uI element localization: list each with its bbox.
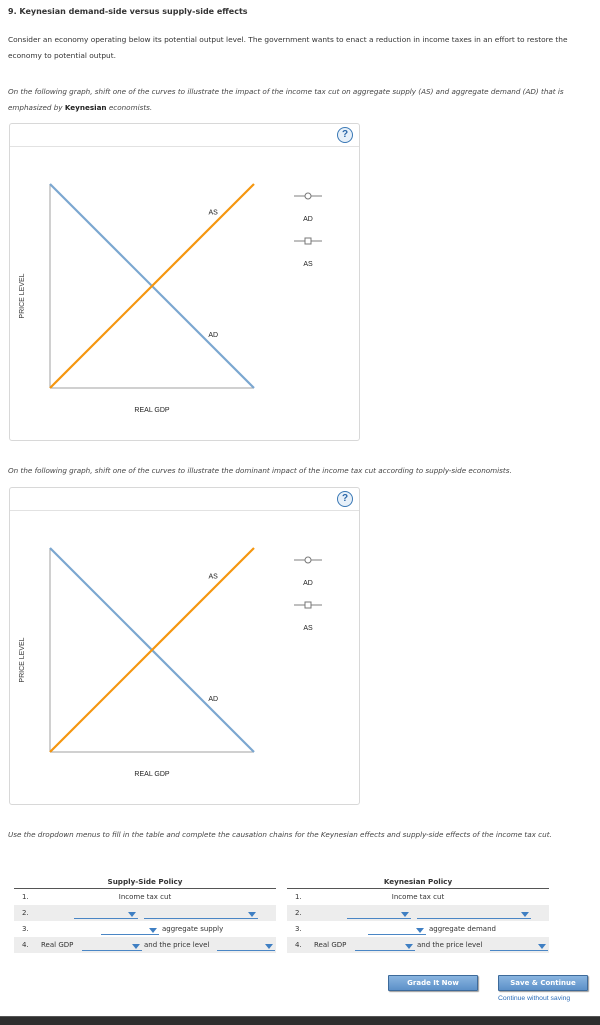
- instruction-keynesian-post: economists.: [106, 103, 153, 112]
- keynesian-row2-dropdown-2[interactable]: [417, 907, 531, 919]
- aggregate-supply-label: aggregate supply: [162, 925, 224, 933]
- supply-side-graph[interactable]: REAL GDP PRICE LEVEL AD AS AD AS: [10, 488, 359, 804]
- keynesian-graph-panel: ? REAL GDP PRICE LEVEL AD AS AD AS: [9, 123, 360, 441]
- table-row: 4. Real GDP and the price level: [287, 937, 549, 953]
- circle-marker-icon: [304, 192, 312, 200]
- keynesian-row4-dropdown-1[interactable]: [355, 939, 415, 951]
- real-gdp-label: Real GDP: [314, 941, 347, 949]
- step-text: Income tax cut: [391, 893, 445, 901]
- y-axis-label: PRICE LEVEL: [19, 273, 26, 318]
- supply-side-header: Supply-Side Policy: [14, 873, 276, 889]
- instruction-keynesian: On the following graph, shift one of the…: [8, 84, 594, 116]
- square-marker-icon: [304, 601, 312, 609]
- chevron-down-icon: [401, 912, 409, 917]
- row-number: 2.: [22, 909, 29, 917]
- chevron-down-icon: [265, 944, 273, 949]
- tool-label: AS: [303, 625, 313, 632]
- x-axis-label: REAL GDP: [134, 771, 169, 778]
- y-axis-label: PRICE LEVEL: [19, 637, 26, 682]
- as-curve-label: AS: [209, 210, 219, 217]
- supply-row4-dropdown-2[interactable]: [217, 939, 275, 951]
- supply-side-graph-panel: ? REAL GDP PRICE LEVEL AD AS AD AS: [9, 487, 360, 805]
- instruction-table: Use the dropdown menus to fill in the ta…: [8, 830, 552, 839]
- instruction-keynesian-bold: Keynesian: [64, 103, 107, 112]
- circle-marker-icon: [304, 556, 312, 564]
- question-title: 9. Keynesian demand-side versus supply-s…: [8, 7, 248, 16]
- chevron-down-icon: [248, 912, 256, 917]
- ad-curve-label: AD: [208, 332, 218, 339]
- as-tool[interactable]: AS: [294, 237, 322, 268]
- supply-row2-dropdown-2[interactable]: [144, 907, 258, 919]
- price-level-label: and the price level: [417, 941, 483, 949]
- ad-tool[interactable]: AD: [294, 192, 322, 223]
- chevron-down-icon: [128, 912, 136, 917]
- ad-curve-label: AD: [208, 696, 218, 703]
- chevron-down-icon: [149, 928, 157, 933]
- step-text: Income tax cut: [118, 893, 172, 901]
- question-intro: Consider an economy operating below its …: [8, 35, 568, 60]
- row-number: 3.: [22, 925, 29, 933]
- as-curve-label: AS: [209, 574, 219, 581]
- price-level-label: and the price level: [144, 941, 210, 949]
- row-number: 4.: [295, 941, 302, 949]
- continue-without-saving-link[interactable]: Continue without saving: [498, 995, 570, 1002]
- tool-label: AD: [303, 580, 313, 587]
- save-continue-button[interactable]: Save & Continue: [498, 975, 588, 991]
- keynesian-row4-dropdown-2[interactable]: [490, 939, 548, 951]
- chevron-down-icon: [405, 944, 413, 949]
- supply-row2-dropdown-1[interactable]: [74, 907, 138, 919]
- table-row: 1. Income tax cut: [14, 889, 276, 905]
- keynesian-row2-dropdown-1[interactable]: [347, 907, 411, 919]
- row-number: 3.: [295, 925, 302, 933]
- square-marker-icon: [304, 237, 312, 245]
- x-axis-label: REAL GDP: [134, 407, 169, 414]
- table-row: 3. aggregate demand: [287, 921, 549, 937]
- aggregate-demand-label: aggregate demand: [429, 925, 496, 933]
- tool-label: AS: [303, 261, 313, 268]
- supply-row3-dropdown[interactable]: [101, 923, 159, 935]
- as-tool[interactable]: AS: [294, 601, 322, 632]
- instruction-supply-side: On the following graph, shift one of the…: [8, 466, 512, 475]
- supply-side-column: Supply-Side Policy 1. Income tax cut 2. …: [14, 873, 276, 953]
- ad-tool[interactable]: AD: [294, 556, 322, 587]
- table-row: 2.: [14, 905, 276, 921]
- tool-label: AD: [303, 216, 313, 223]
- keynesian-header: Keynesian Policy: [287, 873, 549, 889]
- keynesian-graph[interactable]: REAL GDP PRICE LEVEL AD AS AD AS: [10, 124, 359, 440]
- row-number: 2.: [295, 909, 302, 917]
- table-row: 3. aggregate supply: [14, 921, 276, 937]
- chevron-down-icon: [521, 912, 529, 917]
- chevron-down-icon: [538, 944, 546, 949]
- table-row: 1. Income tax cut: [287, 889, 549, 905]
- keynesian-row3-dropdown[interactable]: [368, 923, 426, 935]
- table-row: 2.: [287, 905, 549, 921]
- row-number: 4.: [22, 941, 29, 949]
- supply-row4-dropdown-1[interactable]: [82, 939, 142, 951]
- chevron-down-icon: [132, 944, 140, 949]
- chevron-down-icon: [416, 928, 424, 933]
- table-row: 4. Real GDP and the price level: [14, 937, 276, 953]
- grade-it-now-button[interactable]: Grade It Now: [388, 975, 478, 991]
- real-gdp-label: Real GDP: [41, 941, 74, 949]
- keynesian-column: Keynesian Policy 1. Income tax cut 2. 3.…: [287, 873, 549, 953]
